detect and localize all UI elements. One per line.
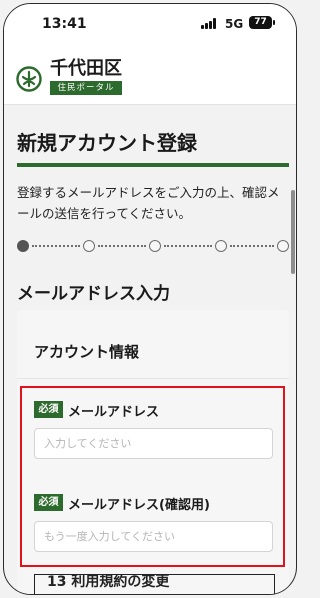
step-connector — [98, 245, 146, 249]
terms-section: 13 利用規約の変更 — [34, 574, 275, 594]
step-5 — [277, 240, 289, 252]
city-logo-icon[interactable] — [16, 66, 42, 92]
required-badge: 必須 — [34, 494, 63, 511]
step-2 — [83, 240, 95, 252]
site-header — [4, 42, 296, 105]
title-underline — [17, 163, 289, 167]
email-label: メールアドレス — [68, 405, 160, 420]
email-confirm-field[interactable] — [34, 521, 273, 552]
step-3 — [149, 240, 161, 252]
page-scrollbar[interactable] — [291, 190, 295, 274]
step-connector — [32, 245, 80, 249]
status-bar: 13:41 5G 77 — [4, 4, 296, 42]
city-name[interactable]: 千代田区 — [50, 54, 122, 80]
email-field[interactable] — [34, 428, 273, 459]
page-title: 新規アカウント登録 — [17, 131, 197, 155]
card-divider — [17, 378, 289, 379]
status-time: 13:41 — [42, 16, 87, 32]
network-type: 5G — [225, 17, 244, 31]
step-4 — [215, 240, 227, 252]
phone-screen: 13:41 5G 77 千代田区 住民ポータル 新規アカウント登録 登録するメー… — [3, 3, 297, 595]
required-badge: 必須 — [34, 401, 63, 418]
email-confirm-label: メールアドレス(確認用) — [68, 498, 210, 513]
section-title: メールアドレス入力 — [17, 284, 170, 304]
card-heading: アカウント情報 — [34, 343, 140, 361]
step-1-current — [17, 240, 29, 252]
step-connector — [164, 245, 212, 249]
intro-text: 登録するメールアドレスをご入力の上、確認メールの送信を行ってください。 — [17, 185, 280, 221]
portal-badge: 住民ポータル — [50, 81, 122, 95]
battery-level: 77 — [254, 17, 267, 27]
terms-section-title: 13 利用規約の変更 — [47, 574, 170, 590]
signal-icon — [201, 18, 219, 29]
step-connector — [230, 245, 274, 249]
battery-icon: 77 — [249, 16, 275, 29]
progress-stepper — [17, 240, 289, 254]
